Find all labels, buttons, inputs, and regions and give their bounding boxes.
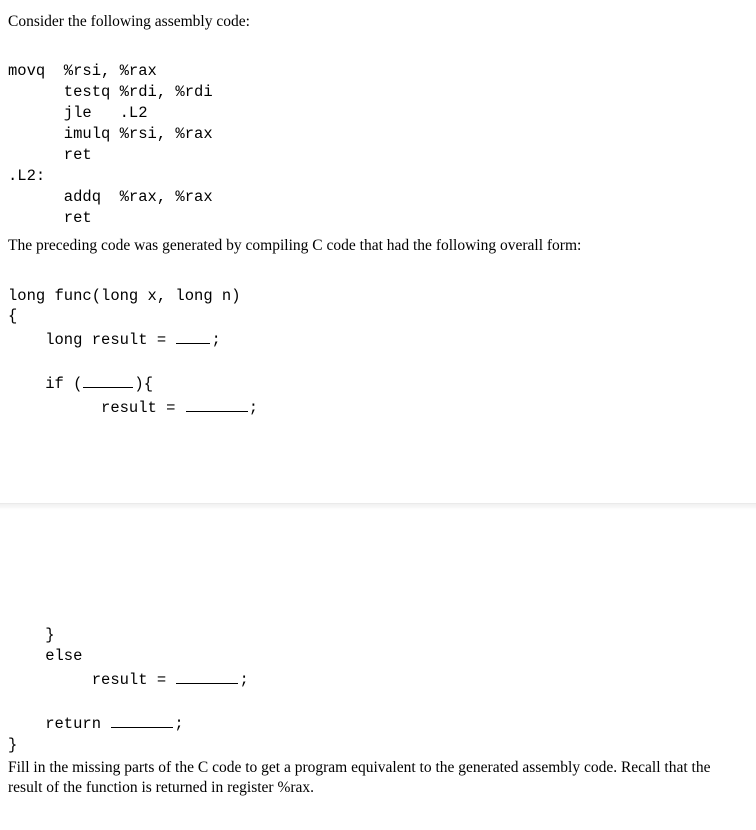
footer-text: Fill in the missing parts of the C code … (8, 758, 746, 798)
intro-text: Consider the following assembly code: (8, 12, 746, 32)
blank-cond (83, 372, 133, 389)
asm-line-3: jle .L2 (8, 104, 148, 122)
c-result-decl: long result = ; (8, 331, 221, 349)
c-if-line: if ( ){ (8, 375, 153, 393)
blank-init (176, 327, 210, 344)
assembly-block: movq %rsi, %rax testq %rdi, %rdi jle .L2… (8, 40, 746, 228)
c-result-else: result = ; (8, 671, 249, 689)
semi-1: ; (211, 331, 220, 349)
mid-text: The preceding code was generated by comp… (8, 236, 746, 256)
blank-return (111, 712, 173, 729)
c-if-pre: if ( (8, 375, 82, 393)
c-open-brace: { (8, 307, 17, 325)
asm-label-l2: .L2: (8, 167, 45, 185)
page-gap (8, 427, 746, 597)
asm-line-1: movq %rsi, %rax (8, 62, 157, 80)
semi-2: ; (249, 399, 258, 417)
blank-else-result (176, 667, 238, 684)
semi-3: ; (239, 671, 248, 689)
asm-line-4: imulq %rsi, %rax (8, 125, 213, 143)
page-break-shadow (0, 503, 756, 510)
c-result-else-pre: result = (8, 671, 175, 689)
c-else: else (8, 647, 82, 665)
asm-line-7: addq %rax, %rax (8, 188, 213, 206)
asm-line-2: testq %rdi, %rdi (8, 83, 213, 101)
c-sig: long func(long x, long n) (8, 287, 241, 305)
blank-if-result (186, 395, 248, 412)
c-return-pre: return (8, 715, 110, 733)
asm-line-8: ret (8, 209, 92, 227)
c-close-brace: } (8, 736, 17, 754)
semi-4: ; (174, 715, 183, 733)
c-if-post: ){ (134, 375, 153, 393)
c-code-block-2: } else result = ; return ; } (8, 605, 746, 756)
c-code-block: long func(long x, long n) { long result … (8, 265, 746, 419)
c-return: return ; (8, 715, 184, 733)
c-result-if: result = ; (8, 399, 258, 417)
c-result-decl-pre: long result = (8, 331, 175, 349)
c-result-if-pre: result = (8, 399, 185, 417)
asm-line-5: ret (8, 146, 92, 164)
c-if-close: } (8, 626, 55, 644)
